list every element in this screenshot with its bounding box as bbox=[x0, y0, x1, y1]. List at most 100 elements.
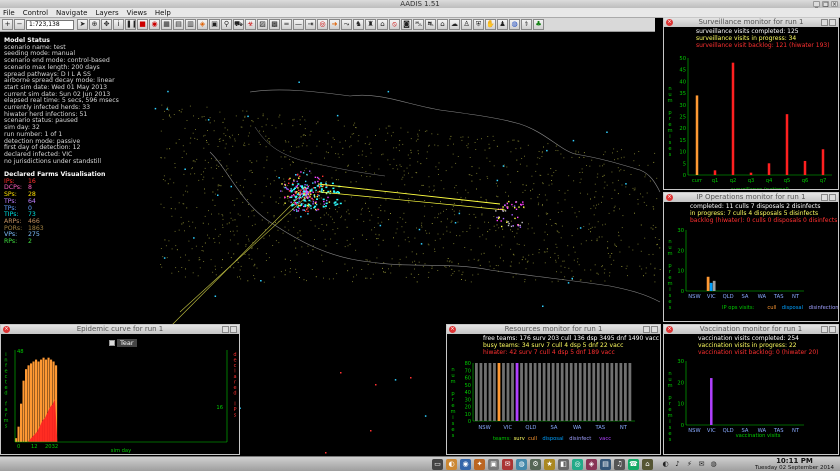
clock[interactable]: 10:11 PM Tuesday 02 September 2014 bbox=[755, 458, 834, 471]
surveillance-title-bar[interactable]: × Surveillance monitor for run 1 bbox=[664, 18, 838, 27]
maximize-button[interactable]: □ bbox=[822, 1, 829, 8]
tray-icon[interactable]: ✉ bbox=[696, 459, 707, 470]
menu-navigate[interactable]: Navigate bbox=[56, 9, 87, 17]
minus-icon[interactable]: — bbox=[293, 19, 304, 30]
taskbar-app3-icon[interactable]: ◈ bbox=[586, 459, 597, 470]
close-icon[interactable]: × bbox=[449, 326, 456, 333]
tray-icon[interactable]: ◍ bbox=[708, 459, 719, 470]
taskbar-settings-icon[interactable]: ⚙ bbox=[530, 459, 541, 470]
bus-icon[interactable]: ⛍ bbox=[413, 19, 424, 30]
taskbar-home-icon[interactable]: ⌂ bbox=[642, 459, 653, 470]
search-icon[interactable]: ⚲ bbox=[221, 19, 232, 30]
tray-icon[interactable]: ♪ bbox=[672, 459, 683, 470]
slider-icon[interactable]: ═ bbox=[281, 19, 292, 30]
farm-dot bbox=[297, 232, 299, 234]
zoom-box-icon[interactable]: ⊕ bbox=[89, 19, 100, 30]
minimize-icon[interactable] bbox=[222, 326, 229, 333]
globe-icon[interactable]: ◍ bbox=[509, 19, 520, 30]
close-icon[interactable]: × bbox=[666, 19, 673, 26]
taskbar-app-icon[interactable]: ✦ bbox=[474, 459, 485, 470]
tree-icon[interactable]: ♣ bbox=[533, 19, 544, 30]
close-icon[interactable]: × bbox=[666, 326, 673, 333]
line-icon[interactable]: ⇥ bbox=[305, 19, 316, 30]
vaccination-monitor-window[interactable]: × Vaccination monitor for run 1 vaccinat… bbox=[663, 324, 839, 455]
maximize-icon[interactable] bbox=[829, 326, 836, 333]
taskbar-app2-icon[interactable]: ◎ bbox=[572, 459, 583, 470]
layers-icon[interactable]: ▤ bbox=[173, 19, 184, 30]
target-icon[interactable]: ◎ bbox=[317, 19, 328, 30]
menu-layers[interactable]: Layers bbox=[95, 9, 118, 17]
maximize-icon[interactable] bbox=[651, 326, 658, 333]
tray-icon[interactable]: ◐ bbox=[660, 459, 671, 470]
camera-icon[interactable]: ◙ bbox=[401, 19, 412, 30]
close-icon[interactable]: × bbox=[3, 326, 10, 333]
minimize-icon[interactable] bbox=[821, 326, 828, 333]
chart-icon[interactable]: ▨ bbox=[257, 19, 268, 30]
report-icon[interactable]: ▣ bbox=[209, 19, 220, 30]
vaccination-title-bar[interactable]: × Vaccination monitor for run 1 bbox=[664, 325, 838, 334]
taskbar-window-icon[interactable]: ◧ bbox=[558, 459, 569, 470]
map-scale-input[interactable] bbox=[26, 19, 74, 30]
cattle-icon[interactable]: ♞ bbox=[353, 19, 364, 30]
taskbar-chromium-icon[interactable]: ◉ bbox=[460, 459, 471, 470]
stop-icon[interactable]: ■ bbox=[137, 19, 148, 30]
minimize-icon[interactable] bbox=[643, 326, 650, 333]
person-icon[interactable]: ♙ bbox=[461, 19, 472, 30]
home-icon[interactable]: ⌂ bbox=[437, 19, 448, 30]
ip-ops-title-bar[interactable]: × IP Operations monitor for run 1 bbox=[664, 193, 838, 202]
epidemic-title-bar[interactable]: × Epidemic curve for run 1 bbox=[1, 325, 239, 334]
truck-icon[interactable]: ⛟ bbox=[233, 19, 244, 30]
epidemic-curve-window[interactable]: × Epidemic curve for run 1 Tear infected… bbox=[0, 324, 240, 455]
maximize-icon[interactable] bbox=[829, 194, 836, 201]
zoom-out-icon[interactable]: − bbox=[14, 19, 25, 30]
forward-arrow-icon[interactable]: ➜ bbox=[329, 19, 340, 30]
hand-icon[interactable]: ✋ bbox=[485, 19, 496, 30]
route-icon[interactable]: ⤳ bbox=[341, 19, 352, 30]
taskbar-files-icon[interactable]: ▣ bbox=[488, 459, 499, 470]
syringe-icon[interactable]: ⚕ bbox=[521, 19, 532, 30]
minimize-icon[interactable] bbox=[821, 19, 828, 26]
vehicle-icon[interactable]: ⛐ bbox=[425, 19, 436, 30]
info-icon[interactable]: i bbox=[113, 19, 124, 30]
worker-icon[interactable]: ♟ bbox=[497, 19, 508, 30]
farm-icon[interactable]: ⌂ bbox=[377, 19, 388, 30]
ip-operations-monitor-window[interactable]: × IP Operations monitor for run 1 comple… bbox=[663, 192, 839, 322]
taskbar-phone-icon[interactable]: ☎ bbox=[628, 459, 639, 470]
menu-file[interactable]: File bbox=[3, 9, 15, 17]
reset-icon[interactable]: ◉ bbox=[149, 19, 160, 30]
taskbar-terminal-icon[interactable]: ▭ bbox=[432, 459, 443, 470]
map-region-icon[interactable]: ◈ bbox=[197, 19, 208, 30]
tray-icon[interactable]: ⚡ bbox=[684, 459, 695, 470]
pan-icon[interactable]: ✥ bbox=[101, 19, 112, 30]
taskbar-docs-icon[interactable]: ▤ bbox=[600, 459, 611, 470]
resources-monitor-window[interactable]: × Resources monitor for run 1 free teams… bbox=[446, 324, 661, 455]
ban-icon[interactable]: ⦸ bbox=[389, 19, 400, 30]
taskbar-audio-icon[interactable]: ♫ bbox=[614, 459, 625, 470]
taskbar-star-icon[interactable]: ★ bbox=[544, 459, 555, 470]
ip-ops-chart: numpremises0102030NSW VIC QLD SA WA TAS NTIP o… bbox=[667, 228, 838, 311]
taskbar-firefox-icon[interactable]: ◐ bbox=[446, 459, 457, 470]
biohazard-icon[interactable]: ☣ bbox=[245, 19, 256, 30]
maximize-icon[interactable] bbox=[829, 19, 836, 26]
table-icon[interactable]: ▥ bbox=[185, 19, 196, 30]
close-button[interactable]: × bbox=[831, 1, 838, 8]
surveillance-monitor-window[interactable]: × Surveillance monitor for run 1 surveil… bbox=[663, 17, 839, 190]
menu-help[interactable]: Help bbox=[155, 9, 171, 17]
pig-icon[interactable]: ♜ bbox=[365, 19, 376, 30]
cloud-icon[interactable]: ☁ bbox=[449, 19, 460, 30]
pause-icon[interactable]: ❚❚ bbox=[125, 19, 136, 30]
minimize-button[interactable]: _ bbox=[813, 1, 820, 8]
shield-icon[interactable]: ⛨ bbox=[473, 19, 484, 30]
table-grid-icon[interactable]: ▩ bbox=[269, 19, 280, 30]
grid-icon[interactable]: ▦ bbox=[161, 19, 172, 30]
taskbar-browser-icon[interactable]: ◍ bbox=[516, 459, 527, 470]
resources-title-bar[interactable]: × Resources monitor for run 1 bbox=[447, 325, 660, 334]
minimize-icon[interactable] bbox=[821, 194, 828, 201]
pointer-icon[interactable]: ➤ bbox=[77, 19, 88, 30]
zoom-in-icon[interactable]: + bbox=[2, 19, 13, 30]
taskbar-mail-icon[interactable]: ✉ bbox=[502, 459, 513, 470]
menu-views[interactable]: Views bbox=[127, 9, 147, 17]
maximize-icon[interactable] bbox=[230, 326, 237, 333]
close-icon[interactable]: × bbox=[666, 194, 673, 201]
menu-control[interactable]: Control bbox=[23, 9, 48, 17]
